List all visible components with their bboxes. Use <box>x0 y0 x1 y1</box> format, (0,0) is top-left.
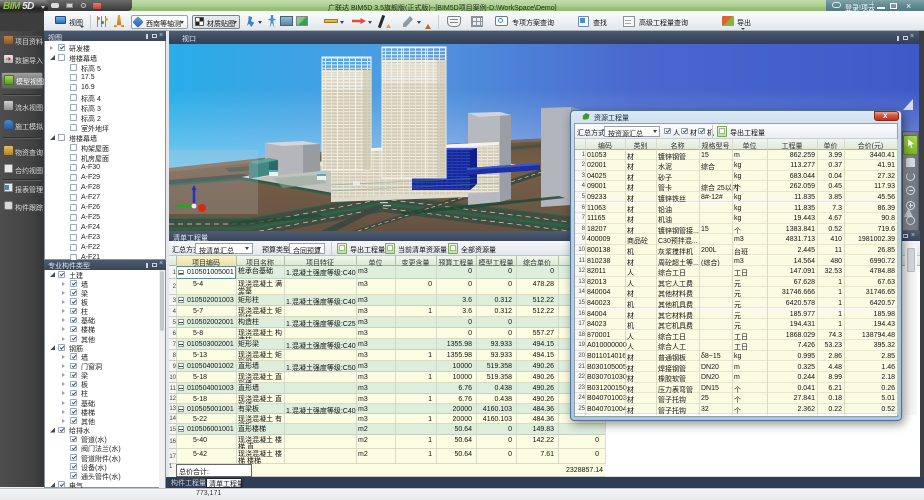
svg-text:Y: Y <box>174 205 178 211</box>
